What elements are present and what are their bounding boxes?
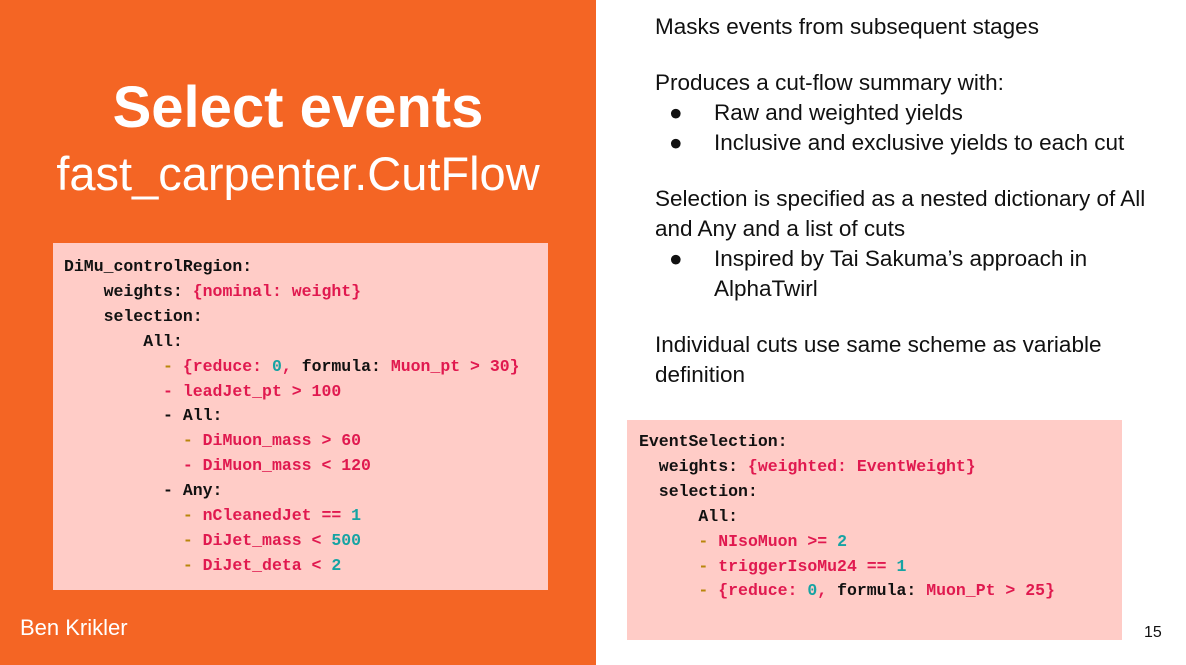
paragraph-cutflow: Produces a cut-flow summary with: <box>655 70 1004 95</box>
bullet-text: Raw and weighted yields <box>714 100 963 125</box>
code-token: All: <box>639 506 739 526</box>
code-token: {reduce: <box>182 356 272 376</box>
code-line: - DiMuon_mass > 60 <box>64 429 548 454</box>
code-token: - All: <box>64 406 223 426</box>
code-token: 0 <box>807 581 818 601</box>
code-line: - triggerIsoMu24 == 1 <box>639 555 1122 580</box>
code-line: - DiJet_mass < 500 <box>64 529 548 554</box>
code-token: nCleanedJet == <box>202 506 352 526</box>
code-line: All: <box>639 505 1122 530</box>
code-token: 1 <box>896 556 907 576</box>
code-line: - nCleanedJet == 1 <box>64 504 548 529</box>
paragraph-selection: Selection is specified as a nested dicti… <box>655 186 1146 241</box>
code-line: - NIsoMuon >= 2 <box>639 530 1122 555</box>
code-line: - DiMuon_mass < 120 <box>64 454 548 479</box>
code-token: - DiMuon_mass < 120 <box>182 456 371 476</box>
code-token: DiJet_deta < <box>202 555 332 575</box>
code-line: - Any: <box>64 479 548 504</box>
code-token: Muon_Pt > 25} <box>926 581 1055 601</box>
author-name: Ben Krikler <box>20 615 128 640</box>
code-token: All: <box>64 331 183 351</box>
code-token: - Any: <box>64 481 223 501</box>
code-token: weights: <box>639 456 748 476</box>
bullet-item: ● Inspired by Tai Sakuma’s approach in Al… <box>655 244 1155 304</box>
code-token: DiJet_mass < <box>202 530 332 550</box>
code-token: 1 <box>351 506 362 526</box>
code-token: - <box>698 581 719 601</box>
code-line: EventSelection: <box>639 430 1122 455</box>
code-token: 0 <box>271 356 282 376</box>
code-line: - {reduce: 0, formula: Muon_Pt > 25} <box>639 579 1122 604</box>
code-line: selection: <box>64 305 548 330</box>
code-token: 2 <box>331 555 342 575</box>
bullet-item: ● Raw and weighted yields <box>655 98 1155 128</box>
paragraph-cuts: Individual cuts use same scheme as varia… <box>655 332 1102 387</box>
bullet-text: Inspired by Tai Sakuma’s approach in Alp… <box>714 246 1088 301</box>
code-token: , <box>817 581 838 601</box>
code-token: - <box>698 556 719 576</box>
slide-subtitle: fast_carpenter.CutFlow <box>56 147 540 200</box>
code-token: NIsoMuon >= <box>718 531 838 551</box>
code-token: 2 <box>837 531 847 551</box>
code-token: formula: <box>837 581 927 601</box>
code-token: - <box>182 555 203 575</box>
code-token: weights: <box>64 281 193 301</box>
code-token: selection: <box>64 306 203 326</box>
code-token: , <box>281 356 302 376</box>
code-token: - leadJet_pt > 100 <box>163 381 342 401</box>
code-line: DiMu_controlRegion: <box>64 255 548 280</box>
code-token: Muon_pt > 30} <box>390 356 520 376</box>
code-line: - All: <box>64 404 548 429</box>
code-line: selection: <box>639 480 1122 505</box>
page-number: 15 <box>1144 624 1162 641</box>
left-panel: Select events fast_carpenter.CutFlow DiM… <box>0 0 596 665</box>
code-token: {reduce: <box>718 581 808 601</box>
code-line: weights: {nominal: weight} <box>64 280 548 305</box>
code-token: selection: <box>639 481 758 501</box>
bullet-icon: ● <box>669 100 683 125</box>
code-token: - <box>163 356 183 376</box>
code-block-dimu: DiMu_controlRegion: weights: {nominal: w… <box>53 243 548 590</box>
code-token: - <box>182 530 203 550</box>
bullet-text: Inclusive and exclusive yields to each c… <box>714 130 1125 155</box>
code-token: EventSelection: <box>639 432 788 451</box>
code-token: {nominal: weight} <box>192 281 362 301</box>
code-token: 500 <box>331 530 362 550</box>
right-text: Masks events from subsequent stages Prod… <box>655 12 1155 390</box>
bullet-icon: ● <box>669 130 683 155</box>
code-token: - <box>182 506 203 526</box>
paragraph-masks: Masks events from subsequent stages <box>655 14 1039 39</box>
bullet-item: ● Inclusive and exclusive yields to each … <box>655 128 1155 158</box>
code-token: - <box>698 531 719 551</box>
code-token: {weighted: EventWeight} <box>747 456 976 476</box>
code-token: - <box>182 431 203 451</box>
code-line: All: <box>64 330 548 355</box>
slide-title: Select events <box>112 75 484 140</box>
code-line: - {reduce: 0, formula: Muon_pt > 30} <box>64 355 548 380</box>
code-token: triggerIsoMu24 == <box>718 556 897 576</box>
code-line: - DiJet_deta < 2 <box>64 554 548 579</box>
code-block-eventselection: EventSelection: weights: {weighted: Even… <box>627 420 1122 640</box>
code-token: DiMuon_mass > 60 <box>202 431 362 451</box>
code-token: formula: <box>301 356 391 376</box>
code-line: weights: {weighted: EventWeight} <box>639 455 1122 480</box>
bullet-icon: ● <box>669 246 683 271</box>
code-token: DiMu_controlRegion: <box>64 257 253 276</box>
code-line: - leadJet_pt > 100 <box>64 380 548 405</box>
